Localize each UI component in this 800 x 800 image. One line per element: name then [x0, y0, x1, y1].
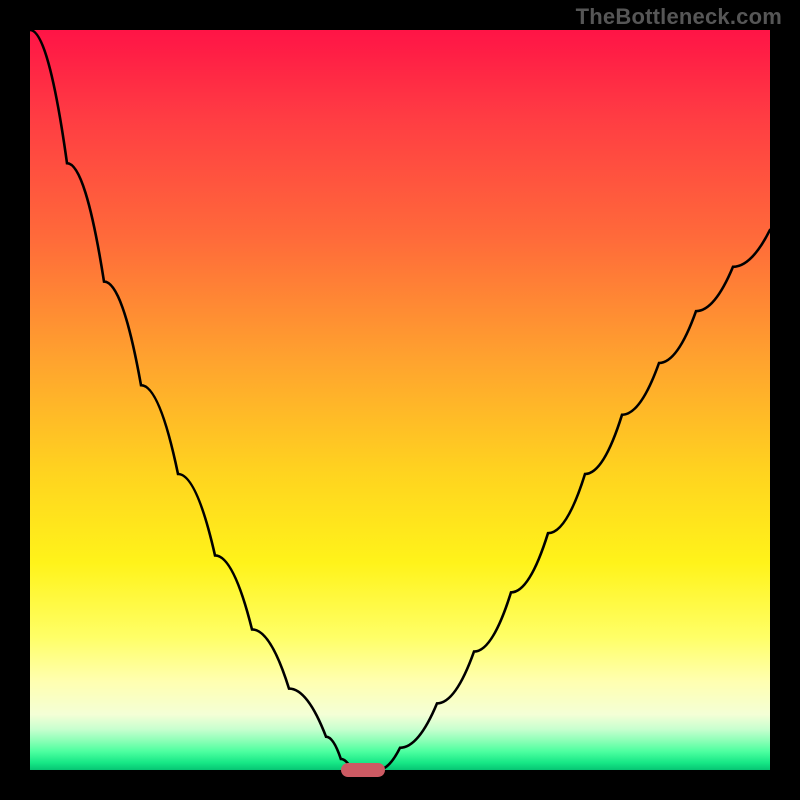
- curve-left: [30, 30, 352, 770]
- bottleneck-marker: [341, 763, 385, 777]
- curve-overlay: [30, 30, 770, 770]
- curve-right: [378, 230, 770, 770]
- chart-frame: TheBottleneck.com: [0, 0, 800, 800]
- watermark-text: TheBottleneck.com: [576, 4, 782, 30]
